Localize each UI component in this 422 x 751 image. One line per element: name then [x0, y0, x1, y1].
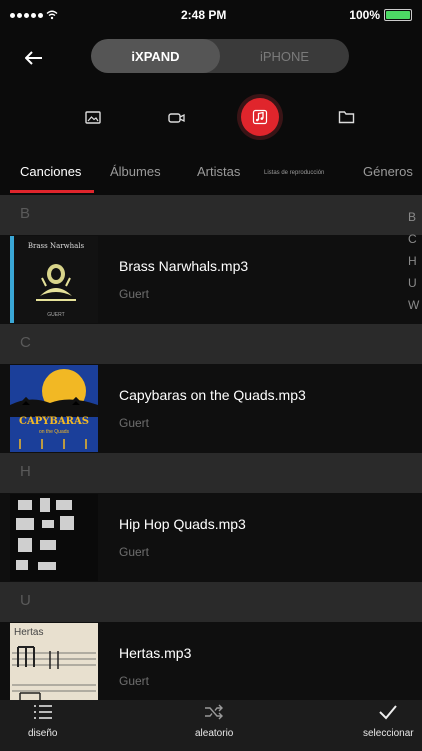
category-tabs: Canciones Álbumes Artistas Listas de rep… — [0, 152, 422, 192]
back-arrow-icon — [25, 51, 42, 65]
source-segmented-control: iXPAND iPHONE — [91, 39, 349, 73]
bottom-toolbar: diseño aleatorio seleccionar — [0, 700, 422, 751]
album-art: Hertas — [10, 623, 98, 700]
index-letter[interactable]: C — [408, 232, 422, 246]
song-artist: Guert — [119, 545, 150, 559]
capybara-artwork — [10, 369, 98, 449]
album-art — [10, 494, 98, 581]
tab-albumes[interactable]: Álbumes — [110, 164, 161, 179]
song-artist: Guert — [119, 287, 150, 301]
media-type-bar — [0, 86, 422, 148]
sheet-music-artwork — [12, 646, 96, 700]
battery-percent: 100% — [349, 8, 380, 22]
tab-listas[interactable]: Listas de reproducción — [264, 170, 324, 176]
section-header-b: B — [0, 195, 422, 235]
checkmark-icon — [379, 705, 398, 720]
index-letter[interactable]: U — [408, 276, 422, 290]
layout-label: diseño — [28, 728, 58, 739]
alphabet-index: B C H U W — [408, 210, 422, 312]
song-title: Brass Narwhals.mp3 — [119, 258, 249, 274]
list-layout-icon — [33, 705, 52, 719]
status-bar: 2:48 PM 100% — [0, 0, 422, 30]
section-header-u: U — [0, 582, 422, 622]
song-artist: Guert — [119, 416, 150, 430]
narwhal-artwork — [36, 264, 76, 301]
index-letter[interactable]: B — [408, 210, 422, 224]
song-artist: Guert — [119, 674, 150, 688]
index-letter[interactable]: H — [408, 254, 422, 268]
album-art: CAPYBARAS on the Quads — [10, 365, 98, 452]
album-art-title: CAPYBARAS — [19, 416, 89, 427]
music-tab-button[interactable] — [241, 98, 279, 136]
album-art: Brass Narwhals GUERT — [10, 236, 98, 323]
folder-icon — [338, 111, 354, 124]
signal-strength — [10, 10, 58, 20]
select-button[interactable]: seleccionar — [363, 704, 414, 739]
album-art-subtitle: GUERT — [47, 312, 65, 318]
song-list: B Brass Narwhals GUERT Brass Narwhals.mp… — [0, 195, 422, 700]
tab-artistas[interactable]: Artistas — [197, 164, 240, 179]
tab-canciones[interactable]: Canciones — [20, 164, 81, 179]
hiphop-artwork — [16, 498, 74, 570]
select-label: seleccionar — [363, 728, 414, 739]
section-header-c: C — [0, 324, 422, 364]
song-row[interactable]: Brass Narwhals GUERT Brass Narwhals.mp3 … — [0, 235, 422, 324]
battery-icon — [384, 9, 412, 21]
shuffle-icon — [205, 704, 224, 720]
video-camera-icon — [167, 112, 185, 123]
shuffle-label: aleatorio — [195, 728, 234, 739]
status-time: 2:48 PM — [180, 8, 227, 22]
music-note-icon — [252, 109, 268, 125]
song-title: Hip Hop Quads.mp3 — [119, 516, 246, 532]
battery-status: 100% — [349, 8, 412, 22]
signal-dots-icon — [10, 12, 43, 18]
photo-icon — [85, 110, 101, 124]
song-row[interactable]: CAPYBARAS on the Quads Capybaras on the … — [0, 364, 422, 453]
back-button[interactable] — [18, 42, 50, 74]
videos-tab-button[interactable] — [157, 98, 195, 136]
index-letter[interactable]: W — [408, 298, 422, 312]
layout-button[interactable]: diseño — [28, 704, 57, 739]
segment-iphone[interactable]: iPHONE — [220, 39, 349, 73]
files-tab-button[interactable] — [327, 98, 365, 136]
album-art-title: Brass Narwhals — [27, 242, 85, 250]
song-row[interactable]: Hip Hop Quads.mp3 Guert — [0, 493, 422, 582]
header: iXPAND iPHONE — [0, 30, 422, 86]
photos-tab-button[interactable] — [74, 98, 112, 136]
tab-generos[interactable]: Géneros — [363, 164, 413, 179]
active-tab-indicator — [10, 190, 94, 193]
album-art-subtitle: on the Quads — [38, 429, 70, 435]
segment-ixpand[interactable]: iXPAND — [91, 39, 220, 73]
song-title: Capybaras on the Quads.mp3 — [119, 387, 306, 403]
wifi-icon — [46, 10, 58, 20]
section-header-h: H — [0, 453, 422, 493]
shuffle-button[interactable]: aleatorio — [195, 704, 233, 739]
song-title: Hertas.mp3 — [119, 645, 192, 661]
song-row[interactable]: Hertas Hertas.mp3 Guert — [0, 622, 422, 700]
